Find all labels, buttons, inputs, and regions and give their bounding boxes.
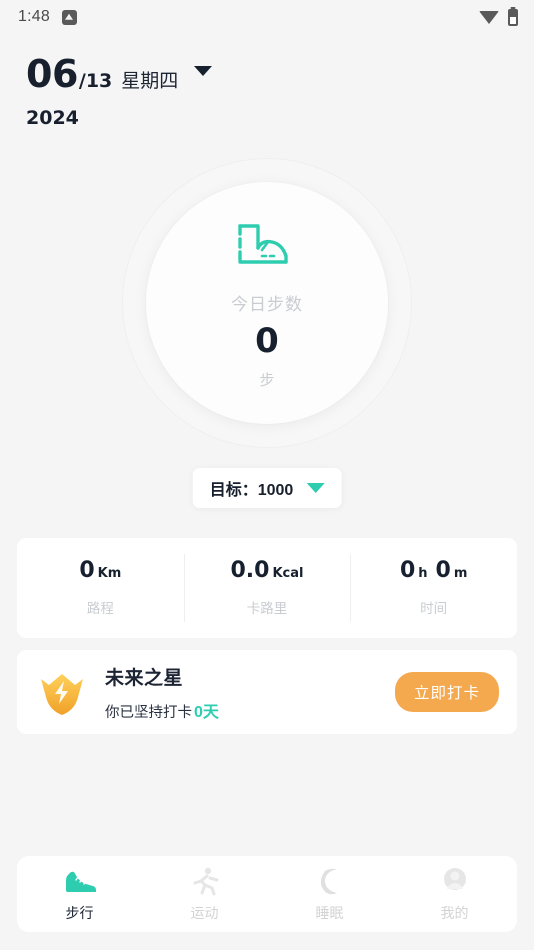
checkin-title: 未来之星 xyxy=(105,667,184,689)
wifi-icon xyxy=(479,10,499,24)
nav-item-profile[interactable]: 我的 xyxy=(392,856,517,932)
nav-item-sleep[interactable]: 睡眠 xyxy=(267,856,392,932)
stat-label: 卡路里 xyxy=(246,600,288,616)
stat-unit: Km xyxy=(97,565,122,581)
status-bar-left: 1:48 xyxy=(18,8,77,26)
nav-item-walk[interactable]: 步行 xyxy=(17,856,142,932)
goal-label: 目标：1000 xyxy=(209,482,294,499)
sneaker-icon xyxy=(65,871,96,892)
running-icon xyxy=(193,867,218,895)
chevron-down-icon[interactable] xyxy=(194,66,213,76)
bottom-nav: 步行 运动 睡眠 我的 xyxy=(17,856,517,932)
stat-unit: Kcal xyxy=(272,565,304,581)
nav-label: 我的 xyxy=(440,904,469,921)
status-time: 1:48 xyxy=(18,8,50,25)
steps-unit: 步 xyxy=(259,372,275,389)
stat-time: 0 h 0 m 时间 xyxy=(350,538,517,638)
goal-selector[interactable]: 目标：1000 xyxy=(192,468,342,508)
stat-number-hours: 0 xyxy=(399,557,416,583)
stat-value: 0 h 0 m xyxy=(399,557,468,583)
battery-icon xyxy=(508,8,518,26)
date-month: 06 xyxy=(26,52,78,96)
stat-value: 0.0 Kcal xyxy=(230,557,304,583)
nav-label: 运动 xyxy=(190,904,219,921)
chevron-down-icon[interactable] xyxy=(306,483,325,493)
step-ring[interactable]: 今日步数 0 步 xyxy=(122,158,412,448)
stat-label: 路程 xyxy=(86,600,114,616)
stat-unit-hours: h xyxy=(418,565,428,581)
checkin-days: 0天 xyxy=(194,703,219,721)
moon-icon xyxy=(320,868,337,894)
stat-distance: 0 Km 路程 xyxy=(17,538,184,638)
stats-card: 0 Km 路程 0.0 Kcal 卡路里 0 h 0 m 时间 xyxy=(17,538,517,638)
date-day: /13 xyxy=(78,70,113,92)
person-icon xyxy=(443,867,466,890)
checkin-subtitle: 你已坚持打卡 0天 xyxy=(105,698,395,722)
stat-number: 0 xyxy=(79,557,95,583)
boot-icon xyxy=(238,224,288,264)
date-row: 06 /13 星期四 xyxy=(26,52,213,96)
nav-label: 睡眠 xyxy=(315,904,344,921)
date-header[interactable]: 06 /13 星期四 2024 xyxy=(26,52,213,129)
status-bar: 1:48 xyxy=(0,0,534,34)
checkin-subtitle-text: 你已坚持打卡 xyxy=(105,704,192,721)
date-weekday: 星期四 xyxy=(121,71,179,92)
date-year: 2024 xyxy=(26,107,79,129)
stat-calories: 0.0 Kcal 卡路里 xyxy=(183,538,351,638)
steps-label: 今日步数 xyxy=(231,295,303,314)
stat-number: 0.0 xyxy=(230,557,270,583)
shield-bolt-badge-icon xyxy=(41,674,83,715)
step-ring-inner: 今日步数 0 步 xyxy=(146,182,388,424)
stat-label: 时间 xyxy=(420,600,448,616)
checkin-button[interactable]: 立即打卡 xyxy=(394,672,499,712)
stat-number-minutes: 0 xyxy=(435,557,451,583)
app-screen: 1:48 06 /13 星期四 2024 今日步数 0 步 目标：1000 0 … xyxy=(0,0,534,950)
nav-item-exercise[interactable]: 运动 xyxy=(142,856,267,932)
steps-value: 0 xyxy=(255,321,279,361)
stat-value: 0 Km xyxy=(79,557,122,583)
status-bar-right xyxy=(479,8,518,26)
checkin-texts: 未来之星 你已坚持打卡 0天 xyxy=(105,663,395,722)
stat-unit-minutes: m xyxy=(453,565,468,581)
notification-app-icon xyxy=(61,9,77,25)
nav-label: 步行 xyxy=(65,904,94,921)
checkin-card: 未来之星 你已坚持打卡 0天 立即打卡 xyxy=(17,650,517,734)
